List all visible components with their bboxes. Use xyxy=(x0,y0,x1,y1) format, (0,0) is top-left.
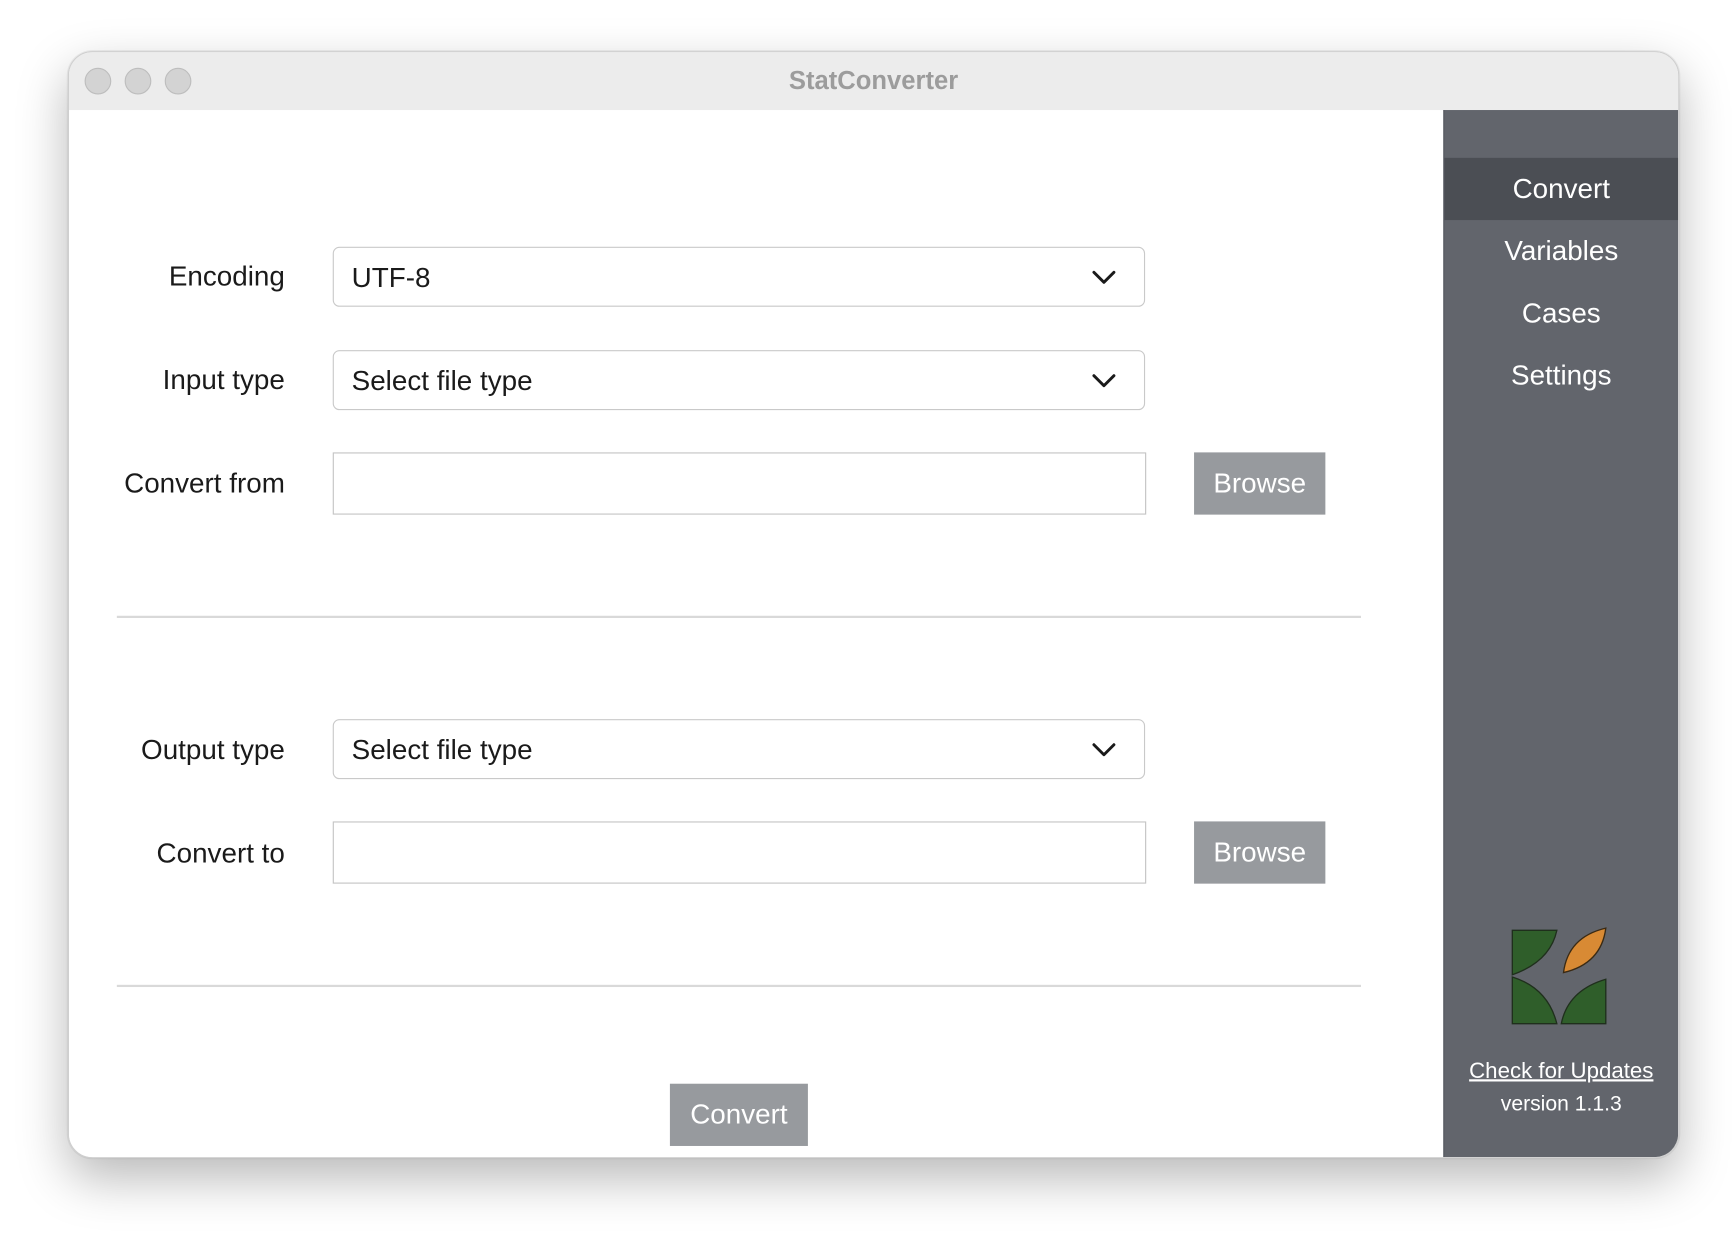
window-title: StatConverter xyxy=(788,65,959,95)
convert-to-label: Convert to xyxy=(156,838,285,870)
encoding-select[interactable]: UTF-8 xyxy=(332,246,1146,307)
browse-output-button[interactable]: Browse xyxy=(1194,821,1326,884)
input-type-value: Select file type xyxy=(351,365,533,397)
sidebar-item-variables[interactable]: Variables xyxy=(1444,220,1678,282)
convert-panel: Encoding UTF-8 Input type Select file ty… xyxy=(68,110,1444,1158)
sidebar-item-cases[interactable]: Cases xyxy=(1444,282,1678,344)
input-type-select[interactable]: Select file type xyxy=(332,350,1146,411)
sidebar-item-settings[interactable]: Settings xyxy=(1444,345,1678,407)
check-for-updates-link[interactable]: Check for Updates xyxy=(1444,1059,1678,1085)
convert-button[interactable]: Convert xyxy=(669,1083,808,1146)
output-type-label: Output type xyxy=(141,734,285,766)
sidebar-item-convert[interactable]: Convert xyxy=(1444,157,1679,221)
encoding-label: Encoding xyxy=(168,261,285,293)
browse-input-button[interactable]: Browse xyxy=(1194,452,1326,515)
title-bar: StatConverter xyxy=(68,52,1679,112)
encoding-value: UTF-8 xyxy=(351,262,431,294)
app-logo-icon xyxy=(1511,927,1607,1025)
sidebar: Convert Variables Cases Settings Check f… xyxy=(1443,110,1679,1158)
chevron-down-icon xyxy=(1092,743,1116,757)
output-type-value: Select file type xyxy=(351,734,533,766)
convert-to-field[interactable] xyxy=(332,821,1147,884)
input-type-label: Input type xyxy=(162,364,285,396)
section-divider xyxy=(116,615,1361,618)
section-divider xyxy=(116,984,1361,988)
convert-from-field[interactable] xyxy=(332,452,1147,515)
chevron-down-icon xyxy=(1092,374,1116,388)
output-type-select[interactable]: Select file type xyxy=(332,719,1146,780)
convert-from-label: Convert from xyxy=(124,467,285,500)
version-text: version 1.1.3 xyxy=(1500,1092,1622,1116)
app-window: StatConverter Encoding UTF-8 Input type … xyxy=(67,51,1680,1159)
chevron-down-icon xyxy=(1092,270,1116,284)
